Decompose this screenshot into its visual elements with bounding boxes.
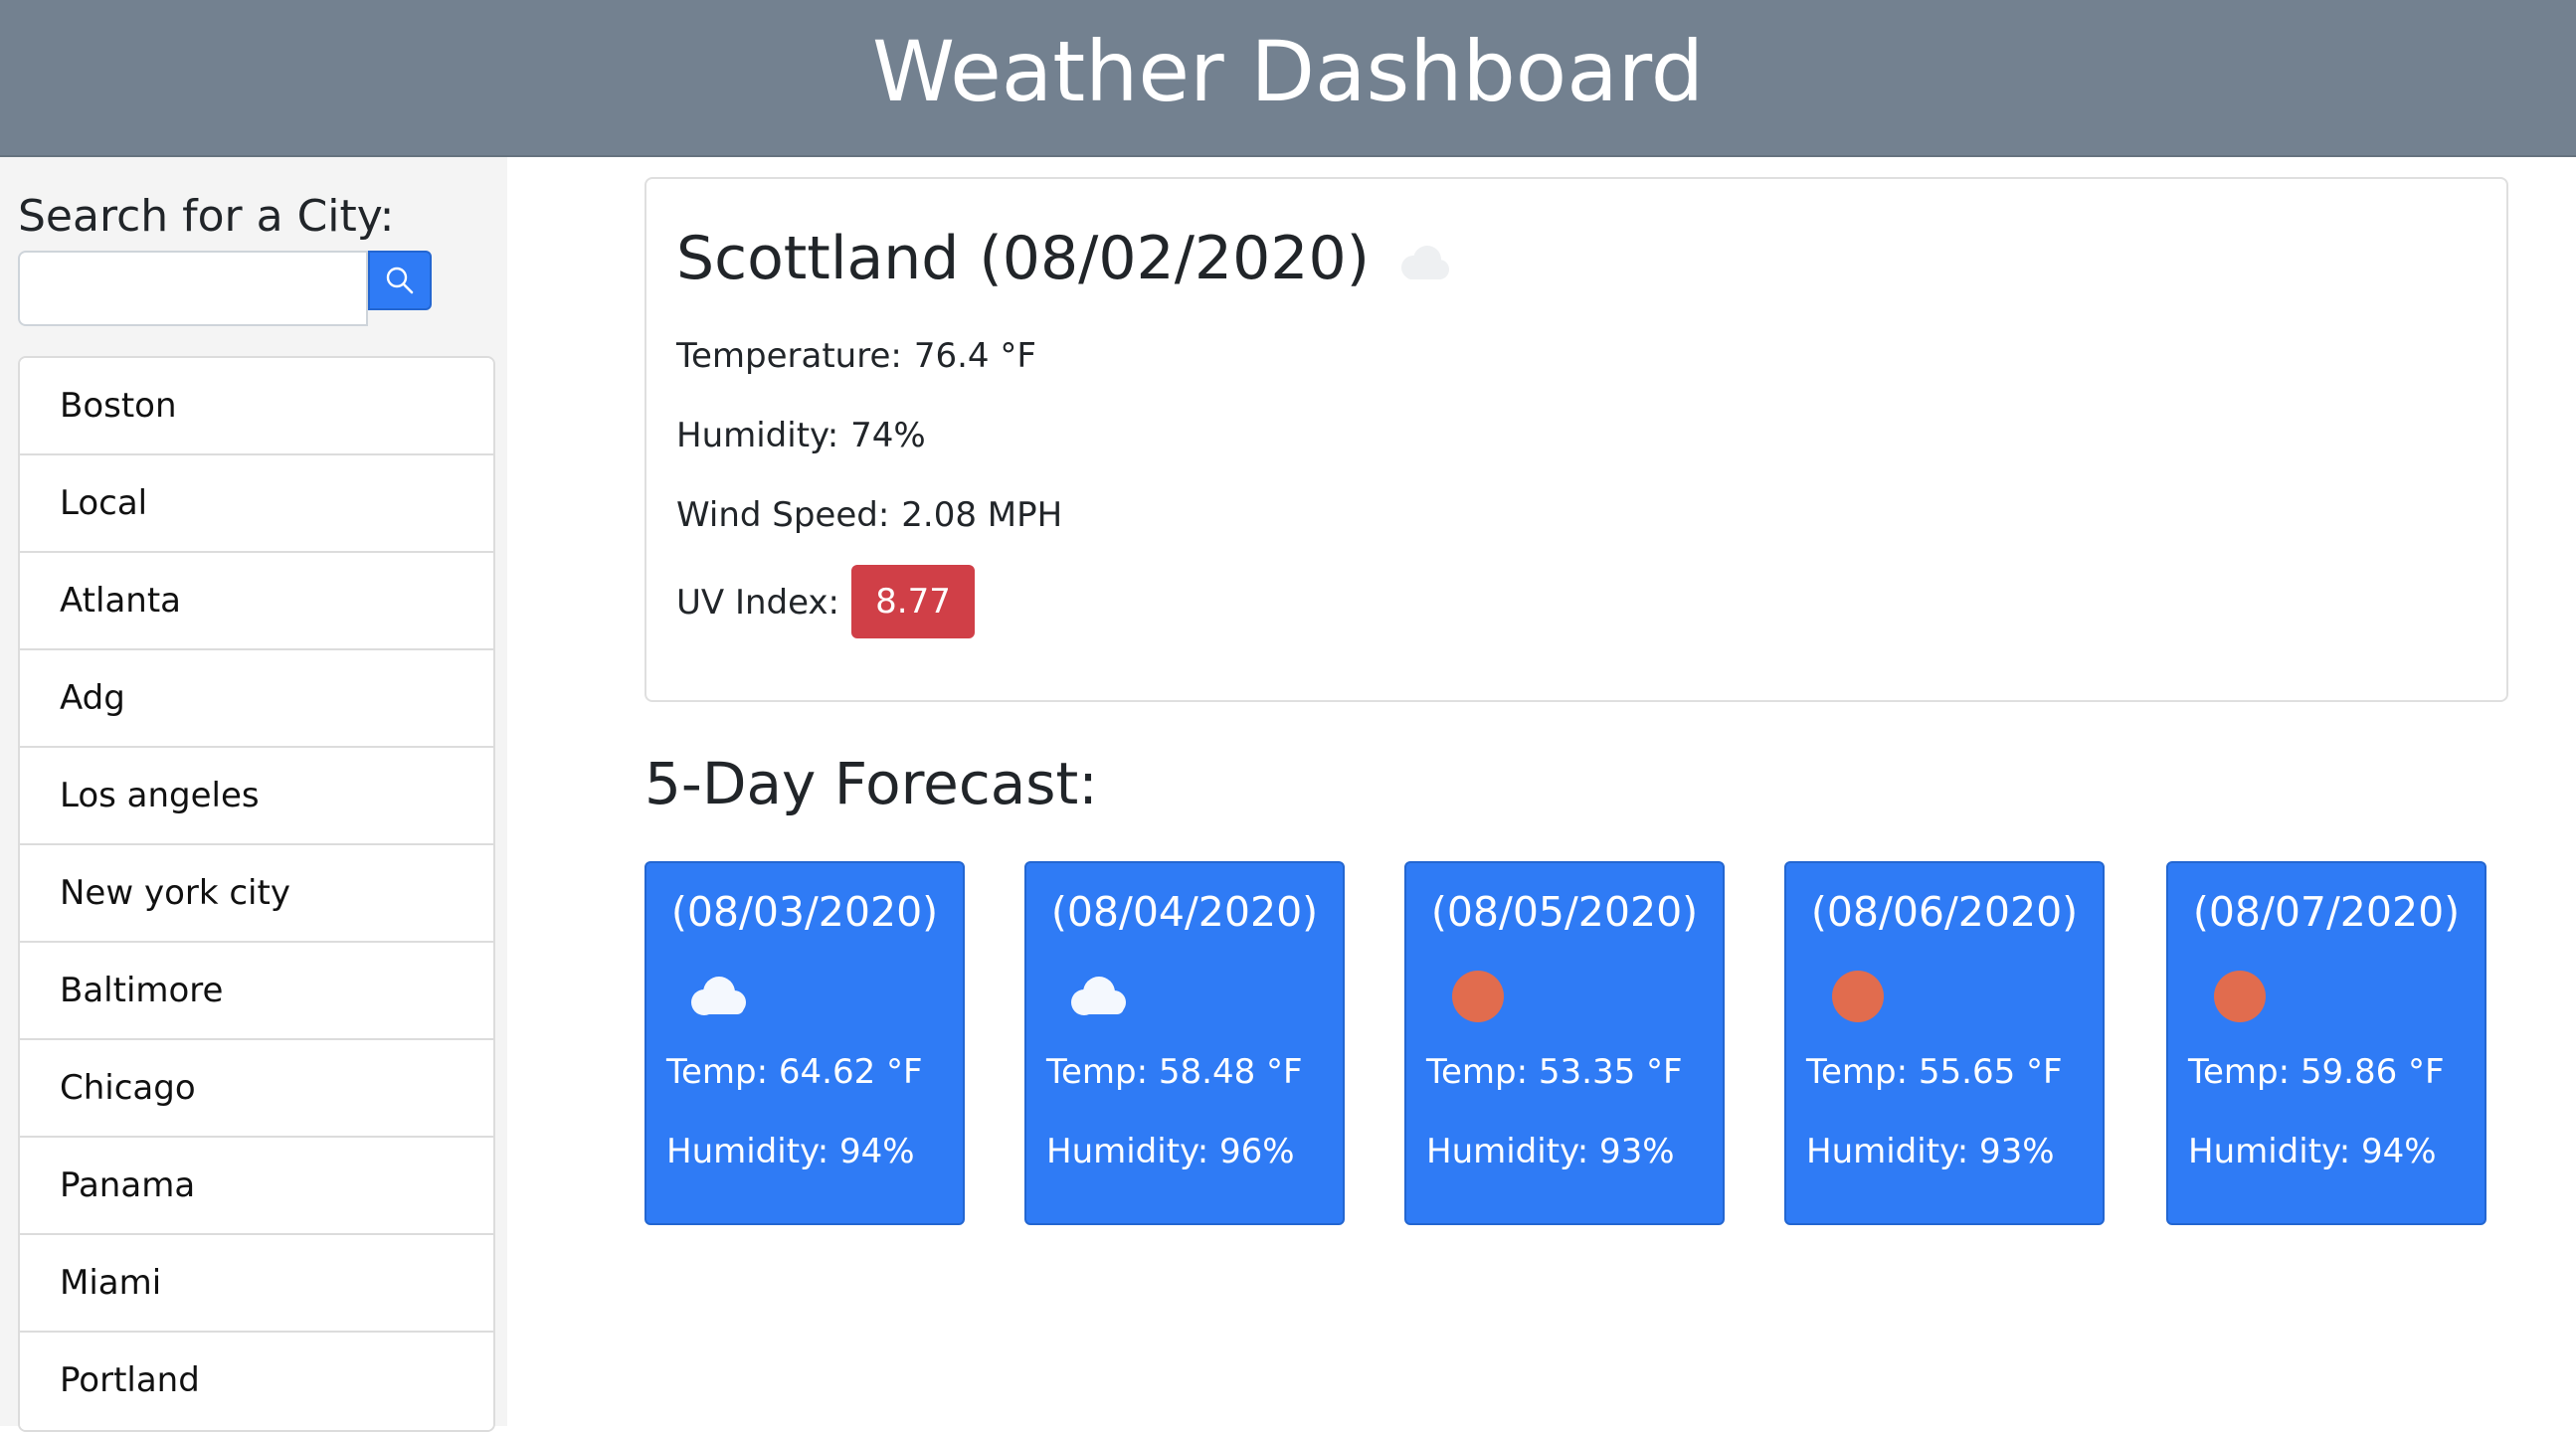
forecast-card: (08/05/2020) Temp: 53.35 °F Humidity: 93… (1404, 861, 1725, 1225)
forecast-humidity: Humidity: 94% (666, 1132, 915, 1171)
sidebar: Search for a City: Boston Local Atlanta … (0, 157, 507, 1432)
current-city-name: Scottland (676, 224, 960, 293)
page-title: Weather Dashboard (871, 23, 1705, 120)
forecast-humidity: Humidity: 96% (1046, 1132, 1295, 1171)
current-title-row: Scottland (08/02/2020) (676, 219, 1455, 298)
uv-index-label: UV Index: (676, 583, 840, 623)
city-item-miami[interactable]: Miami (20, 1235, 493, 1333)
forecast-date: (08/05/2020) (1430, 888, 1699, 936)
forecast-humidity: Humidity: 93% (1806, 1132, 2055, 1171)
city-item-atlanta[interactable]: Atlanta (20, 553, 493, 650)
current-weather-card: Scottland (08/02/2020) Temperature: 76.4 … (644, 177, 2508, 702)
humidity-value: 74% (850, 416, 926, 455)
search-input[interactable] (18, 251, 368, 326)
city-history-list: Boston Local Atlanta Adg Los angeles New… (18, 356, 495, 1432)
forecast-date: (08/06/2020) (1810, 888, 2079, 936)
header-bar: Weather Dashboard (0, 0, 2576, 157)
search-icon (386, 267, 414, 294)
forecast-date: (08/03/2020) (670, 888, 939, 936)
uv-index-badge: 8.77 (851, 565, 975, 638)
temperature-stat: Temperature: 76.4 °F (676, 334, 1036, 378)
humidity-label: Humidity: (676, 416, 839, 455)
search-label: Search for a City: (18, 191, 395, 242)
cloud-icon (691, 977, 746, 1015)
city-item-chicago[interactable]: Chicago (20, 1040, 493, 1138)
city-item-panama[interactable]: Panama (20, 1138, 493, 1235)
wind-speed-label: Wind Speed: (676, 495, 890, 535)
city-item-los-angeles[interactable]: Los angeles (20, 748, 493, 845)
forecast-temp: Temp: 58.48 °F (1046, 1052, 1303, 1092)
sun-icon (1452, 971, 1504, 1022)
forecast-card: (08/03/2020) Temp: 64.62 °F Humidity: 94… (644, 861, 965, 1225)
city-item-portland[interactable]: Portland (20, 1333, 493, 1430)
wind-speed-stat: Wind Speed: 2.08 MPH (676, 493, 1062, 537)
humidity-stat: Humidity: 74% (676, 414, 926, 457)
city-item-adg[interactable]: Adg (20, 650, 493, 748)
forecast-humidity: Humidity: 94% (2188, 1132, 2437, 1171)
city-item-boston[interactable]: Boston (20, 358, 493, 455)
temperature-label: Temperature: (676, 336, 902, 376)
search-button[interactable] (368, 251, 432, 310)
forecast-temp: Temp: 64.62 °F (666, 1052, 923, 1092)
forecast-heading: 5-Day Forecast: (644, 750, 1098, 817)
forecast-card: (08/07/2020) Temp: 59.86 °F Humidity: 94… (2166, 861, 2486, 1225)
forecast-date: (08/07/2020) (2192, 888, 2461, 936)
wind-speed-value: 2.08 MPH (901, 495, 1063, 535)
sun-icon (2214, 971, 2266, 1022)
cloud-icon (1071, 977, 1126, 1015)
sun-icon (1832, 971, 1884, 1022)
forecast-card: (08/06/2020) Temp: 55.65 °F Humidity: 93… (1784, 861, 2105, 1225)
current-date: (08/02/2020) (979, 224, 1371, 293)
forecast-temp: Temp: 53.35 °F (1426, 1052, 1683, 1092)
forecast-temp: Temp: 59.86 °F (2188, 1052, 2445, 1092)
forecast-date: (08/04/2020) (1050, 888, 1319, 936)
forecast-humidity: Humidity: 93% (1426, 1132, 1675, 1171)
forecast-card: (08/04/2020) Temp: 58.48 °F Humidity: 96… (1024, 861, 1345, 1225)
cloud-icon (1401, 246, 1450, 279)
forecast-temp: Temp: 55.65 °F (1806, 1052, 2063, 1092)
temperature-value: 76.4 °F (913, 336, 1036, 376)
city-item-baltimore[interactable]: Baltimore (20, 943, 493, 1040)
city-item-local[interactable]: Local (20, 455, 493, 553)
city-item-new-york-city[interactable]: New york city (20, 845, 493, 943)
